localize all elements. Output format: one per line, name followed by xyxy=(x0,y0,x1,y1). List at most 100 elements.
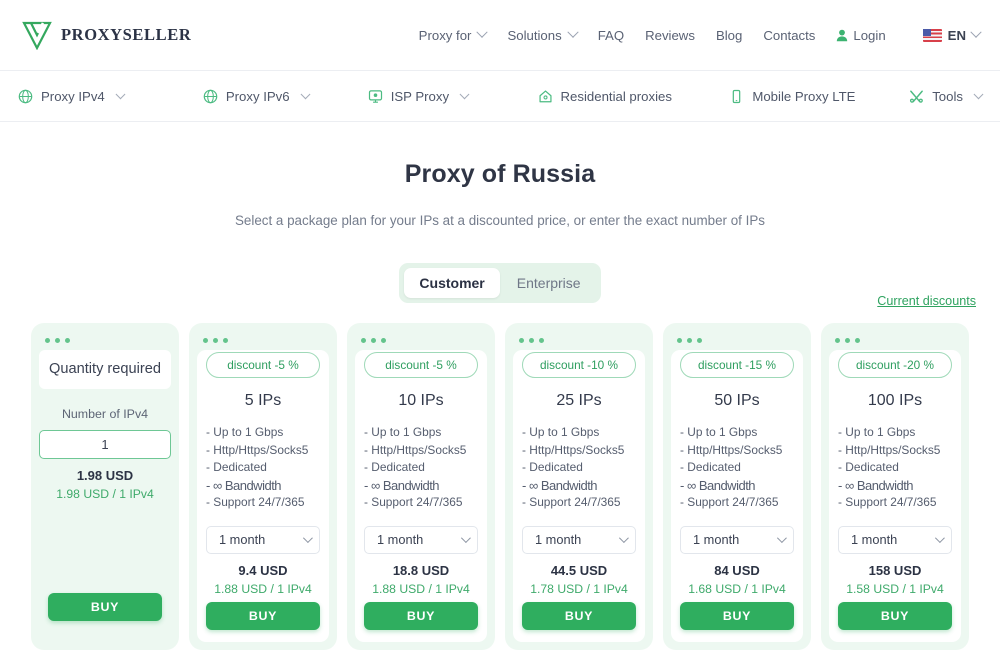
term-value: 1 month xyxy=(219,532,266,548)
quantity-heading: Quantity required xyxy=(39,350,171,389)
login-button[interactable]: Login xyxy=(836,28,886,43)
ip-count: 25 IPs xyxy=(556,392,602,409)
dot-icon xyxy=(223,338,228,343)
quantity-input[interactable] xyxy=(39,430,171,459)
dot-icon xyxy=(539,338,544,343)
tab-enterprise[interactable]: Enterprise xyxy=(502,268,596,298)
us-flag-icon xyxy=(922,28,942,42)
phone-icon xyxy=(733,89,741,103)
brand-logo[interactable]: PROXYSELLER xyxy=(22,20,191,50)
current-discounts-link[interactable]: Current discounts xyxy=(877,294,976,308)
card-dots xyxy=(829,331,961,350)
price-unit: 1.78 USD / 1 IPv4 xyxy=(530,581,628,596)
price-unit: 1.68 USD / 1 IPv4 xyxy=(688,581,786,596)
dot-icon xyxy=(45,338,50,343)
feature-item: - Dedicated xyxy=(522,460,583,475)
feature-item: - Dedicated xyxy=(206,460,267,475)
term-select[interactable]: 1 month xyxy=(206,525,320,554)
feature-item: - Up to 1 Gbps xyxy=(364,425,442,439)
ip-count: 5 IPs xyxy=(244,392,282,409)
term-select[interactable]: 1 month xyxy=(838,525,952,554)
buy-button[interactable]: BUY xyxy=(364,602,478,630)
feature-item: - Support 24/7/365 xyxy=(838,495,937,510)
price-unit: 1.88 USD / 1 IPv4 xyxy=(214,581,312,596)
quantity-card: Quantity required Number of IPv4 1.98 US… xyxy=(31,323,179,650)
price-total: 158 USD xyxy=(868,562,922,578)
nav-item-solutions[interactable]: Solutions xyxy=(507,26,579,43)
chevron-down-icon xyxy=(970,26,982,38)
feature-item: - ∞ Bandwidth xyxy=(680,477,756,493)
term-select[interactable]: 1 month xyxy=(680,525,794,554)
feature-item: - ∞ Bandwidth xyxy=(206,477,282,493)
tools-icon xyxy=(910,90,924,103)
secondary-nav: Proxy IPv4 Proxy IPv6 ISP Proxy Resident… xyxy=(0,70,1000,122)
nav-item-contacts[interactable]: Contacts xyxy=(763,28,815,43)
page-title: Proxy of Russia xyxy=(404,160,596,188)
subnav-item-residential-proxies[interactable]: Residential proxies xyxy=(538,89,730,104)
feature-item: - Up to 1 Gbps xyxy=(522,425,600,439)
nav-item-proxy-for[interactable]: Proxy for xyxy=(419,26,489,43)
tab-customer[interactable]: Customer xyxy=(404,268,500,298)
buy-button[interactable]: BUY xyxy=(206,602,320,630)
chevron-down-icon xyxy=(302,533,313,544)
chevron-down-icon xyxy=(300,88,311,99)
plan-card: discount -5 % 10 IPs - Up to 1 Gbps - Ht… xyxy=(347,323,495,650)
chevron-down-icon xyxy=(460,533,471,544)
buy-button[interactable]: BUY xyxy=(680,602,794,630)
brand-name: PROXYSELLER xyxy=(61,25,192,44)
term-select[interactable]: 1 month xyxy=(522,525,636,554)
feature-item: - Support 24/7/365 xyxy=(522,495,621,510)
globe-icon xyxy=(203,89,218,103)
subnav-item-isp-proxy[interactable]: ISP Proxy xyxy=(368,89,538,104)
chevron-down-icon xyxy=(567,26,579,38)
page-subtitle: Select a package plan for your IPs at a … xyxy=(235,213,765,228)
feature-item: - ∞ Bandwidth xyxy=(522,477,598,493)
dot-icon xyxy=(361,338,366,343)
ip-count: 50 IPs xyxy=(714,392,760,409)
term-value: 1 month xyxy=(693,532,740,548)
discount-badge: discount -20 % xyxy=(838,352,952,378)
plan-card: discount -5 % 5 IPs - Up to 1 Gbps - Htt… xyxy=(189,323,337,650)
feature-list: - Up to 1 Gbps - Http/Https/Socks5 - Ded… xyxy=(206,424,320,512)
subnav-item-mobile-proxy-lte[interactable]: Mobile Proxy LTE xyxy=(729,89,909,104)
chevron-down-icon xyxy=(776,533,787,544)
price-total: 1.98 USD xyxy=(76,468,134,483)
nav-item-reviews[interactable]: Reviews xyxy=(645,28,695,43)
feature-item: - Support 24/7/365 xyxy=(206,495,305,510)
chevron-down-icon xyxy=(115,88,126,99)
subnav-item-proxy-ipv6[interactable]: Proxy IPv6 xyxy=(203,89,368,104)
discount-badge: discount -15 % xyxy=(680,352,794,378)
chevron-down-icon xyxy=(618,533,629,544)
buy-button[interactable]: BUY xyxy=(522,602,636,630)
card-dots xyxy=(671,331,803,350)
subnav-item-proxy-ipv4[interactable]: Proxy IPv4 xyxy=(18,89,203,104)
pricing-cards: Quantity required Number of IPv4 1.98 US… xyxy=(0,303,1000,650)
feature-item: - Http/Https/Socks5 xyxy=(364,442,467,457)
dot-icon xyxy=(855,338,860,343)
card-dots xyxy=(39,331,171,350)
monitor-icon xyxy=(368,89,382,103)
price-total: 44.5 USD xyxy=(550,562,608,578)
feature-item: - Http/Https/Socks5 xyxy=(838,442,941,457)
feature-list: - Up to 1 Gbps - Http/Https/Socks5 - Ded… xyxy=(522,424,636,512)
home-icon xyxy=(538,89,552,102)
term-select[interactable]: 1 month xyxy=(364,525,478,554)
ip-count: 100 IPs xyxy=(867,392,923,409)
dot-icon xyxy=(835,338,840,343)
nav-item-blog[interactable]: Blog xyxy=(716,28,742,43)
proxyseller-triangle-logo-icon xyxy=(22,21,52,50)
language-selector[interactable]: EN xyxy=(922,26,982,43)
feature-item: - Dedicated xyxy=(838,460,899,475)
card-dots xyxy=(513,331,645,350)
buy-button[interactable]: BUY xyxy=(838,602,952,630)
nav-item-faq[interactable]: FAQ xyxy=(598,28,624,43)
buy-button[interactable]: BUY xyxy=(48,593,162,621)
ip-count: 10 IPs xyxy=(398,392,444,409)
chevron-down-icon xyxy=(973,88,984,99)
audience-toggle: Customer Enterprise xyxy=(0,263,1000,303)
top-nav: Proxy for Solutions FAQ Reviews Blog Con… xyxy=(419,26,982,43)
subnav-item-tools[interactable]: Tools xyxy=(909,88,984,104)
term-value: 1 month xyxy=(377,532,424,548)
card-dots xyxy=(355,331,487,350)
dot-icon xyxy=(677,338,682,343)
